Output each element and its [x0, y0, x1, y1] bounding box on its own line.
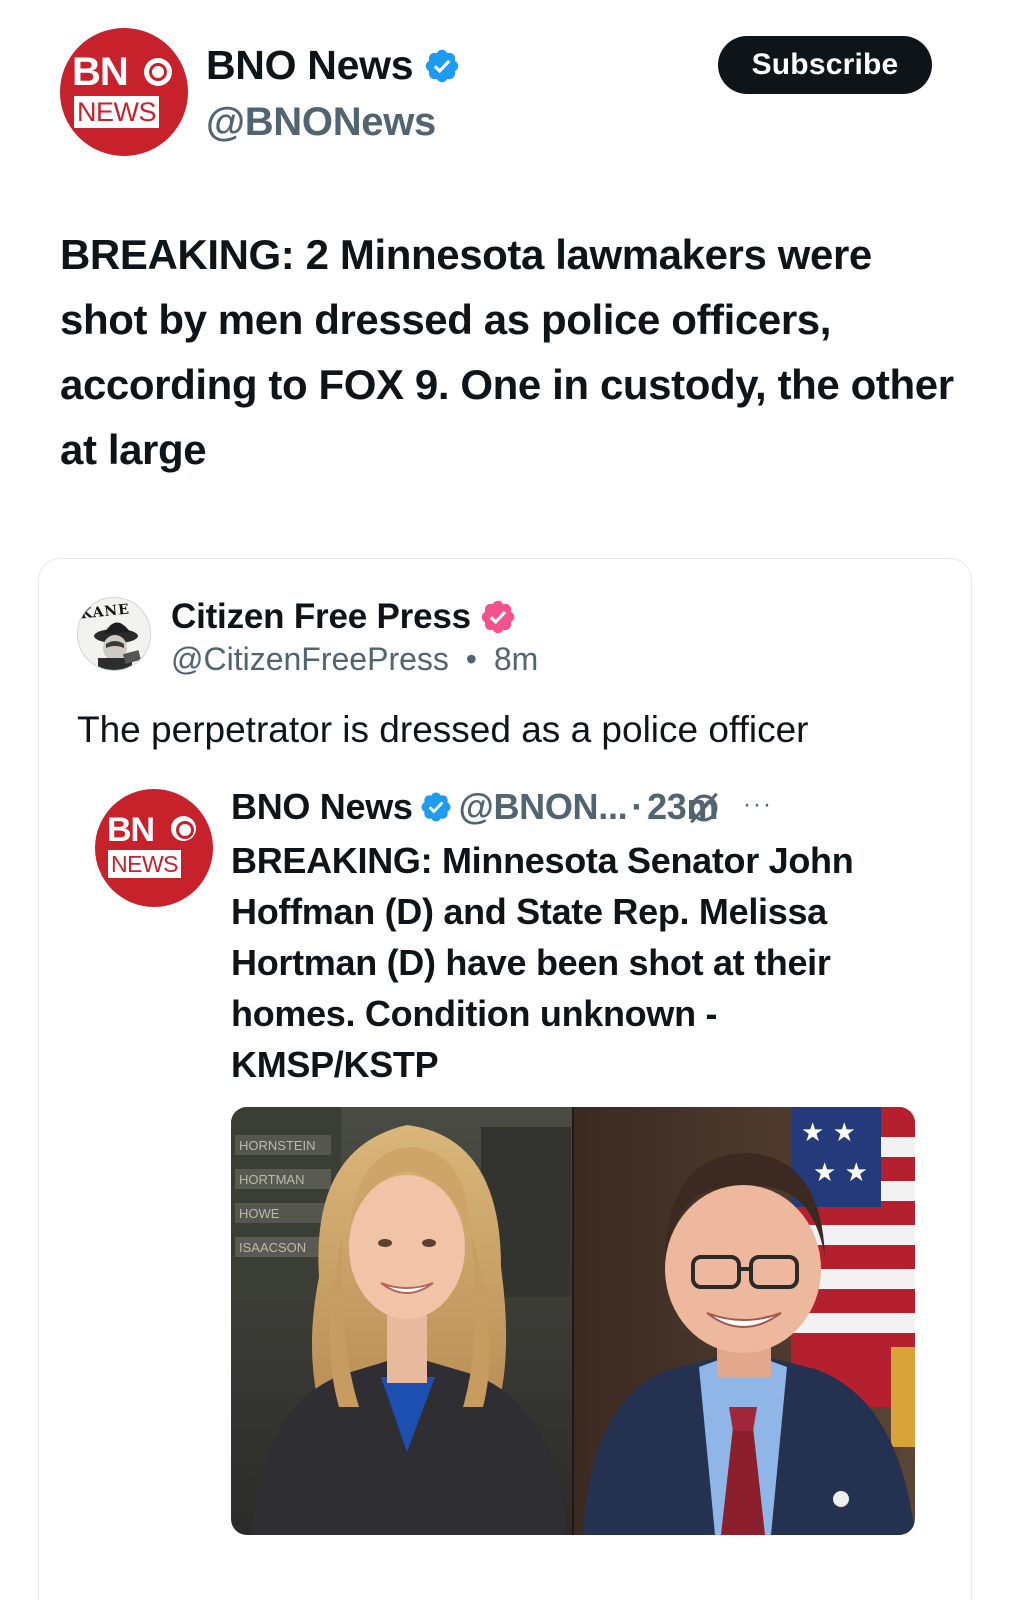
author-name[interactable]: BNO News [206, 42, 414, 89]
board-name: HOWE [239, 1206, 280, 1221]
bno-avatar[interactable]: BN NEWS [60, 28, 188, 156]
bno-avatar-small: BN NEWS [95, 789, 213, 907]
quoted-author-name-row[interactable]: Citizen Free Press [171, 597, 517, 637]
lawmakers-photo: HORNSTEIN HORTMAN HOWE ISAACSON ★ ★ ★ ★ [231, 1107, 915, 1535]
verified-badge-icon [481, 600, 515, 634]
subscribe-button[interactable]: Subscribe [718, 36, 932, 94]
flag-stars: ★ ★ [801, 1118, 856, 1148]
globe-icon [144, 58, 172, 86]
citizen-free-press-avatar[interactable]: KANE [77, 597, 151, 671]
quoted-post-card[interactable]: KANE Citizen Free Press @CitizenFreePres… [38, 558, 972, 1600]
quoted-post-text: The perpetrator is dressed as a police o… [77, 709, 809, 750]
post-text: BREAKING: 2 Minnesota lawmakers were sho… [60, 231, 954, 473]
verified-badge-icon [421, 792, 451, 822]
embedded-author-handle: @BNON... [458, 786, 628, 827]
bno-logo-news: NEWS [108, 850, 181, 878]
quoted-timestamp[interactable]: 8m [494, 641, 538, 677]
grok-icon [690, 792, 718, 824]
embedded-tweet-screenshot: BN NEWS BNO News @BNON... · 23m ··· BREA… [95, 785, 925, 1545]
board-name: HORNSTEIN [239, 1138, 316, 1153]
quoted-author-name[interactable]: Citizen Free Press [171, 597, 471, 637]
globe-icon [171, 816, 196, 841]
post-header: BN NEWS BNO News @BNONews Subscribe [60, 28, 940, 158]
author-handle[interactable]: @BNONews [206, 100, 436, 145]
quoted-author-meta: @CitizenFreePress • 8m [171, 641, 538, 678]
lawmakers-photo-illustration: HORNSTEIN HORTMAN HOWE ISAACSON ★ ★ ★ ★ [231, 1107, 915, 1535]
embedded-tweet-text: BREAKING: Minnesota Senator John Hoffman… [231, 840, 854, 1085]
embedded-author-name: BNO News [231, 786, 413, 827]
bno-logo-text: BN [107, 811, 155, 849]
embedded-tweet-header: BNO News @BNON... · 23m [231, 785, 931, 829]
flag-stars: ★ ★ [813, 1158, 868, 1188]
meta-separator: • [465, 641, 477, 677]
board-name: ISAACSON [239, 1240, 306, 1255]
quoted-author-handle[interactable]: @CitizenFreePress [171, 641, 449, 677]
bno-logo-news: NEWS [74, 96, 159, 128]
verified-badge-icon [425, 49, 459, 82]
more-icon: ··· [743, 791, 773, 818]
meta-separator: · [631, 786, 644, 827]
author-name-row[interactable]: BNO News [206, 42, 461, 89]
board-name: HORTMAN [239, 1172, 304, 1187]
bno-logo-text: BN [72, 50, 129, 94]
